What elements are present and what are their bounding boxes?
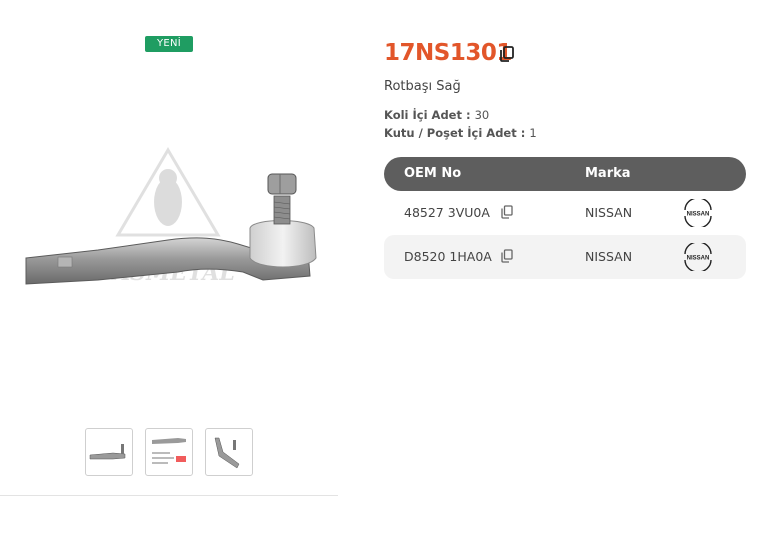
nissan-logo-icon: NISSAN: [684, 199, 712, 227]
oem-number: D8520 1HA0A: [404, 249, 492, 264]
brand-name: NISSAN: [585, 205, 633, 220]
info-value: 30: [474, 108, 490, 122]
product-name: Rotbaşı Sağ: [384, 79, 461, 94]
gallery-divider: [0, 495, 338, 496]
table-row: 48527 3VU0A NISSAN NISSAN: [384, 191, 746, 235]
info-label: Koli İçi Adet: [384, 108, 462, 122]
copy-code-icon[interactable]: [500, 46, 514, 66]
info-label: Kutu / Poşet İçi Adet: [384, 126, 517, 140]
table-row: D8520 1HA0A NISSAN NISSAN: [384, 235, 746, 279]
header-oem: OEM No: [404, 166, 462, 181]
new-badge: YENİ: [145, 36, 193, 52]
thumbnail-strip: [85, 428, 253, 476]
svg-text:NISSAN: NISSAN: [687, 256, 710, 262]
info-value: 1: [529, 126, 537, 140]
copy-icon[interactable]: [501, 204, 513, 223]
oem-table: OEM No Marka 48527 3VU0A NISSAN NISSAN D…: [384, 157, 746, 279]
thumbnail-label-sheet[interactable]: [145, 428, 193, 476]
info-line-pack-qty: Kutu / Poşet İçi Adet : 1: [384, 126, 537, 140]
thumbnail-angle-view[interactable]: [205, 428, 253, 476]
product-code: 17NS1301: [384, 40, 512, 66]
header-brand: Marka: [585, 166, 631, 181]
main-product-image[interactable]: ASMETAL: [18, 140, 328, 310]
brand-name: NISSAN: [585, 249, 633, 264]
table-header: OEM No Marka: [384, 157, 746, 191]
nissan-logo-icon: NISSAN: [684, 243, 712, 271]
copy-icon[interactable]: [501, 248, 513, 267]
svg-text:NISSAN: NISSAN: [687, 212, 710, 218]
info-line-box-qty: Koli İçi Adet : 30: [384, 108, 490, 122]
thumbnail-side-view[interactable]: [85, 428, 133, 476]
oem-number: 48527 3VU0A: [404, 205, 490, 220]
